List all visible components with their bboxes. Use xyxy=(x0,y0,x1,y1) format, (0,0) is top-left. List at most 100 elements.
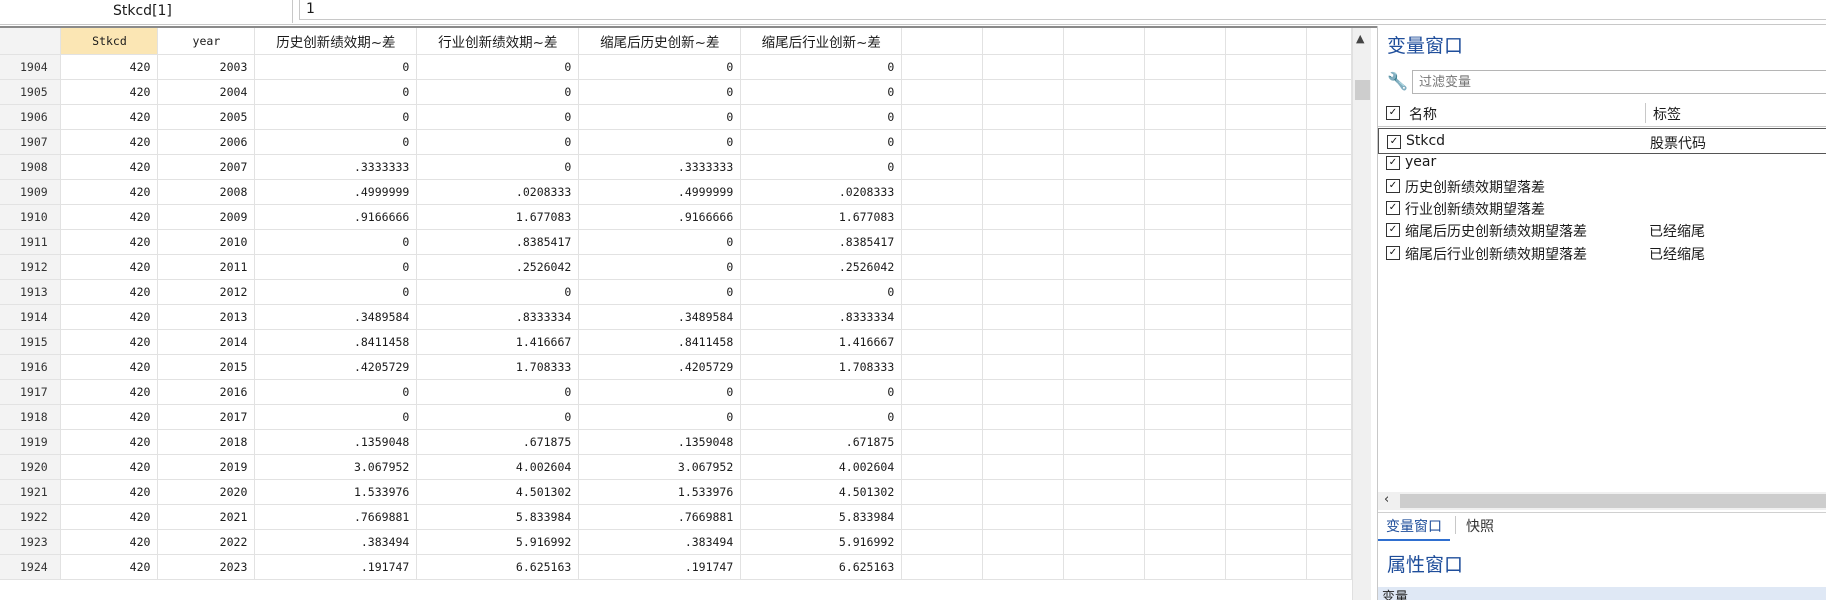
empty-cell[interactable] xyxy=(1063,79,1146,105)
row-number[interactable]: 1913 xyxy=(0,279,62,305)
data-cell[interactable]: 420 xyxy=(60,329,159,355)
data-cell[interactable]: 2006 xyxy=(157,129,256,155)
data-cell[interactable]: 4.501302 xyxy=(416,479,580,505)
table-row[interactable]: 1919 420 2018.1359048.671875.1359048.67187… xyxy=(0,429,1352,455)
empty-cell[interactable] xyxy=(1225,254,1307,280)
data-cell[interactable]: 2014 xyxy=(157,329,256,355)
column-header[interactable]: Stkcd xyxy=(60,28,159,55)
row-number[interactable]: 1912 xyxy=(0,254,62,280)
empty-cell[interactable] xyxy=(982,104,1065,130)
empty-cell[interactable] xyxy=(982,279,1065,305)
data-cell[interactable]: 420 xyxy=(60,429,159,455)
empty-cell[interactable] xyxy=(901,79,984,105)
data-cell[interactable]: .383494 xyxy=(578,529,742,555)
data-cell[interactable]: 0 xyxy=(740,129,903,155)
empty-cell[interactable] xyxy=(1225,504,1307,530)
empty-cell[interactable] xyxy=(1306,104,1352,130)
empty-cell[interactable] xyxy=(1306,404,1352,430)
data-cell[interactable]: 0 xyxy=(416,104,580,130)
data-cell[interactable]: 0 xyxy=(416,279,580,305)
empty-cell[interactable] xyxy=(1225,279,1307,305)
empty-cell[interactable] xyxy=(1063,104,1146,130)
empty-cell[interactable] xyxy=(1225,229,1307,255)
empty-cell[interactable] xyxy=(1306,429,1352,455)
data-cell[interactable]: 0 xyxy=(740,54,903,80)
empty-cell[interactable] xyxy=(901,379,984,405)
empty-cell[interactable] xyxy=(1306,354,1352,380)
empty-cell[interactable] xyxy=(1144,504,1226,530)
data-cell[interactable]: .191747 xyxy=(578,554,742,580)
data-cell[interactable]: .2526042 xyxy=(416,254,580,280)
data-cell[interactable]: 0 xyxy=(416,54,580,80)
empty-cell[interactable] xyxy=(1225,329,1307,355)
data-cell[interactable]: 2004 xyxy=(157,79,256,105)
row-number[interactable]: 1922 xyxy=(0,504,62,530)
table-row[interactable]: 1921 420 2020 1.533976 4.501302 1.533976 4.501… xyxy=(0,479,1352,505)
empty-cell[interactable] xyxy=(982,554,1065,580)
data-grid[interactable]: Stkcd year 历史创新绩效期~差 行业创新绩效期~差 缩尾后历史创新~差… xyxy=(0,28,1352,600)
empty-column-header[interactable] xyxy=(1063,28,1146,55)
data-cell[interactable]: 2023 xyxy=(157,554,256,580)
empty-cell[interactable] xyxy=(1225,154,1307,180)
data-cell[interactable]: .4205729 xyxy=(578,354,742,380)
data-cell[interactable]: 1.533976 xyxy=(254,479,418,505)
data-cell[interactable]: .3489584 xyxy=(578,304,742,330)
empty-cell[interactable] xyxy=(1063,279,1146,305)
data-cell[interactable]: .1359048 xyxy=(578,429,742,455)
empty-cell[interactable] xyxy=(982,79,1065,105)
data-cell[interactable]: 1.416667 xyxy=(416,329,580,355)
data-cell[interactable]: 0 xyxy=(578,229,742,255)
empty-cell[interactable] xyxy=(901,254,984,280)
row-number[interactable]: 1908 xyxy=(0,154,62,180)
empty-cell[interactable] xyxy=(982,504,1065,530)
column-divider[interactable] xyxy=(1645,103,1646,123)
empty-cell[interactable] xyxy=(1306,504,1352,530)
data-cell[interactable]: 0 xyxy=(254,279,418,305)
data-cell[interactable]: 2022 xyxy=(157,529,256,555)
empty-cell[interactable] xyxy=(1144,54,1226,80)
data-cell[interactable]: 3.067952 xyxy=(578,454,742,480)
data-cell[interactable]: 420 xyxy=(60,254,159,280)
empty-cell[interactable] xyxy=(1225,554,1307,580)
table-row[interactable]: 1914 420 2013.3489584.8333334.3489584.8333… xyxy=(0,304,1352,330)
empty-cell[interactable] xyxy=(1144,429,1226,455)
empty-cell[interactable] xyxy=(1063,154,1146,180)
empty-cell[interactable] xyxy=(901,429,984,455)
data-cell[interactable]: 420 xyxy=(60,54,159,80)
data-cell[interactable]: .671875 xyxy=(416,429,580,455)
column-header[interactable]: 历史创新绩效期~差 xyxy=(254,28,418,55)
empty-cell[interactable] xyxy=(1063,554,1146,580)
empty-cell[interactable] xyxy=(1144,304,1226,330)
table-row[interactable]: 1922 420 2021.7669881 5.833984.7669881 5.833… xyxy=(0,504,1352,530)
empty-cell[interactable] xyxy=(1144,129,1226,155)
data-cell[interactable]: 420 xyxy=(60,504,159,530)
empty-cell[interactable] xyxy=(982,454,1065,480)
empty-cell[interactable] xyxy=(1225,354,1307,380)
variable-checkbox[interactable]: ✓ xyxy=(1386,245,1400,260)
empty-cell[interactable] xyxy=(1063,304,1146,330)
empty-column-header[interactable] xyxy=(982,28,1065,55)
empty-cell[interactable] xyxy=(1144,404,1226,430)
row-number[interactable]: 1924 xyxy=(0,554,62,580)
empty-cell[interactable] xyxy=(901,404,984,430)
row-number-header[interactable] xyxy=(0,28,62,55)
empty-cell[interactable] xyxy=(1225,204,1307,230)
data-cell[interactable]: .8411458 xyxy=(254,329,418,355)
tab-variables[interactable]: 变量窗口 xyxy=(1378,513,1450,541)
data-cell[interactable]: 0 xyxy=(254,229,418,255)
empty-cell[interactable] xyxy=(1306,554,1352,580)
data-cell[interactable]: 0 xyxy=(254,254,418,280)
row-number[interactable]: 1904 xyxy=(0,54,62,80)
data-cell[interactable]: 0 xyxy=(416,129,580,155)
data-cell[interactable]: 420 xyxy=(60,154,159,180)
empty-cell[interactable] xyxy=(1144,79,1226,105)
data-cell[interactable]: .8333334 xyxy=(416,304,580,330)
empty-cell[interactable] xyxy=(1063,529,1146,555)
vertical-scrollbar[interactable]: ▲ xyxy=(1352,28,1371,600)
empty-cell[interactable] xyxy=(1144,229,1226,255)
empty-column-header[interactable] xyxy=(901,28,984,55)
horizontal-scrollbar[interactable]: ‹ xyxy=(1378,492,1826,510)
variable-row[interactable]: ✓ 缩尾后行业创新绩效期望落差 已经缩尾 xyxy=(1378,240,1826,266)
empty-cell[interactable] xyxy=(1144,179,1226,205)
row-number[interactable]: 1911 xyxy=(0,229,62,255)
